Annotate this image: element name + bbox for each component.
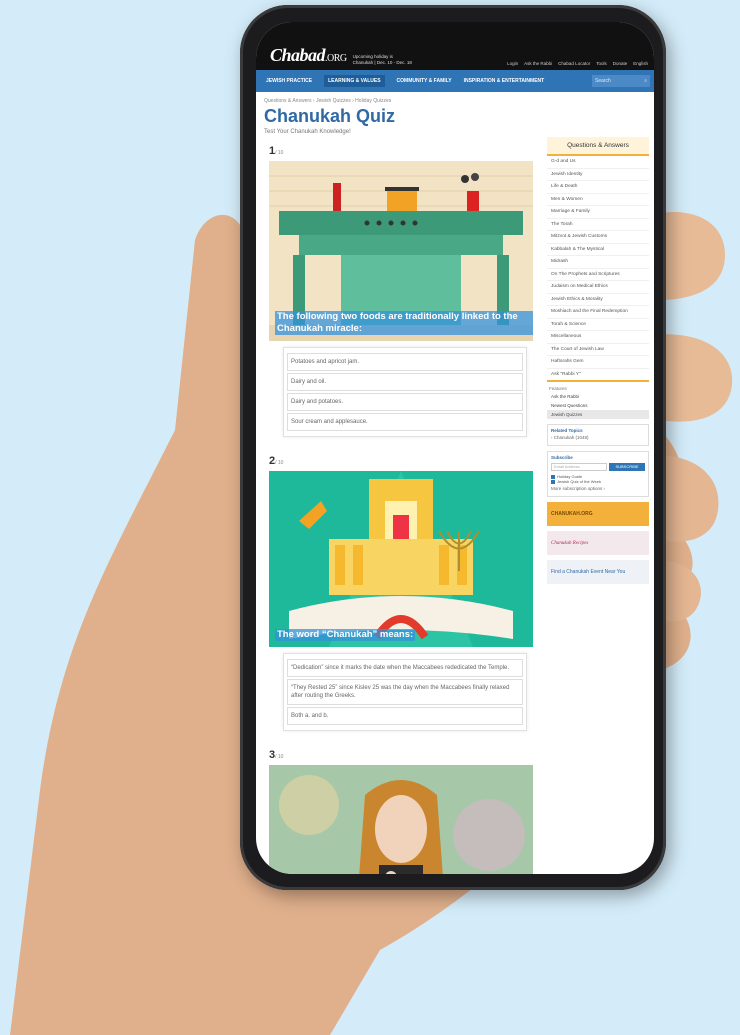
donate-link[interactable]: Donate [613,61,628,66]
answer-option[interactable]: Sour cream and applesauce. [287,413,523,431]
answer-option[interactable]: Potatoes and apricot jam. [287,353,523,371]
answer-list: Potatoes and apricot jam. Dairy and oil.… [283,347,527,437]
sidebar-item[interactable]: Moshiach and the Final Redemption [547,306,649,319]
question-text: The word “Chanukah” means: [275,629,416,641]
sidebar-item[interactable]: Marriage & Family [547,206,649,219]
holiday-notice[interactable]: Upcoming holiday is Chanukah | Dec. 10 - … [353,54,417,66]
answer-option[interactable]: Both a. and b. [287,707,523,725]
related-topic-link[interactable]: › Chanukah (1048) [551,433,645,442]
sidebar-item[interactable]: Ask "Rabbi Y" [547,369,649,382]
sidebar-item[interactable]: Men & Women [547,194,649,206]
page-title: Chanukah Quiz [264,106,396,126]
feature-ask-rabbi[interactable]: Ask the Rabbi [547,392,649,401]
sidebar-heading: Questions & Answers [547,137,649,156]
sidebar-item[interactable]: On The Prophets and Scriptures [547,269,649,281]
sidebar-item[interactable]: The Court of Jewish Law [547,344,649,356]
sidebar-item[interactable]: Miscellaneous [547,331,649,344]
email-input[interactable]: Email Address [551,463,607,471]
temple-illustration [269,471,533,647]
nav-community-family[interactable]: COMMUNITY & FAMILY [397,78,452,84]
checkbox-icon [551,479,555,484]
language-link[interactable]: English [633,61,648,66]
header-links: Login Ask the Rabbi Chabad Locator Tools… [507,61,648,66]
sidebar-item[interactable]: Jewish Identity [547,169,649,181]
sidebar-item[interactable]: The Torah [547,219,649,231]
sidebar-item[interactable]: G-d and Us [547,156,649,169]
breadcrumb-holiday[interactable]: Holiday Quizzes [355,98,391,104]
answer-list: “Dedication” since it marks the date whe… [283,653,527,731]
breadcrumb-qa[interactable]: Questions & Answers [264,98,312,104]
breadcrumb: Questions & Answers › Jewish Quizzes › H… [264,98,392,104]
ask-rabbi-link[interactable]: Ask the Rabbi [524,61,552,66]
question-image-woman [269,765,533,874]
chabad-logo[interactable]: Chabad.ORG [270,45,347,66]
page-subtitle: Test Your Chanukah Knowledge! [264,129,351,135]
sidebar-item[interactable]: Jewish Ethics & Morality [547,294,649,306]
nav-jewish-practice[interactable]: JEWISH PRACTICE [266,78,312,84]
answer-option[interactable]: “They Rested 25” since Kislev 25 was the… [287,679,523,705]
subscribe-box: Subscribe Email Address SUBSCRIBE Holida… [547,451,649,497]
sidebar-item[interactable]: Midrash [547,256,649,269]
question-number: 3/ 10 [269,749,284,761]
nav-inspiration[interactable]: INSPIRATION & ENTERTAINMENT [464,78,545,84]
question-number: 1/ 10 [269,145,284,157]
sidebar-item[interactable]: Torah & Science [547,319,649,331]
sidebar-item[interactable]: Life & Death [547,181,649,194]
login-link[interactable]: Login [507,61,518,66]
question-number: 2/ 10 [269,455,284,467]
checkbox-icon [551,474,555,479]
sidebar-item[interactable]: Judaism on Medical Ethics [547,281,649,294]
answer-option[interactable]: Dairy and potatoes. [287,393,523,411]
sidebar-item[interactable]: Mitzvot & Jewish Customs [547,231,649,244]
sidebar-item[interactable]: Haftorahs Gem [547,356,649,369]
answer-option[interactable]: “Dedication” since it marks the date whe… [287,659,523,677]
quiz-main: 1/ 10 The following two foods are tradit… [269,145,537,874]
search-icon: ⌕ [644,78,647,84]
breadcrumb-quizzes[interactable]: Jewish Quizzes [316,98,351,104]
nav-learning-values[interactable]: LEARNING & VALUES [324,75,385,87]
find-event-banner[interactable]: Find a Chanukah Event Near You [547,560,649,584]
phone-screen: Chabad.ORG Upcoming holiday is Chanukah |… [256,22,654,874]
answer-option[interactable]: Dairy and oil. [287,373,523,391]
subscribe-title: Subscribe [551,455,573,460]
main-nav: JEWISH PRACTICE LEARNING & VALUES COMMUN… [256,70,654,92]
more-subscription-link[interactable]: More subscription options › [551,484,645,493]
woman-illustration [269,765,533,874]
chanukah-org-banner[interactable]: CHANUKAH.ORG [547,502,649,526]
search-input[interactable]: Search ⌕ [592,75,650,87]
question-text: The following two foods are traditionall… [275,311,533,335]
chanukah-recipes-banner[interactable]: Chanukah Recipes [547,531,649,555]
feature-jewish-quizzes[interactable]: Jewish Quizzes [547,410,649,419]
features-label: Features [549,386,567,391]
tools-link[interactable]: Tools [596,61,607,66]
question-image-kitchen: The following two foods are traditionall… [269,161,533,341]
chabad-locator-link[interactable]: Chabad Locator [558,61,590,66]
sidebar: Questions & Answers G-d and Us Jewish Id… [547,137,649,584]
sidebar-item[interactable]: Kabbalah & The Mystical [547,244,649,256]
related-topics-box: Related Topics › Chanukah (1048) [547,424,649,446]
subscribe-button[interactable]: SUBSCRIBE [609,463,645,471]
question-image-temple: The word “Chanukah” means: [269,471,533,647]
feature-newest-questions[interactable]: Newest Questions [547,401,649,410]
site-header: Chabad.ORG Upcoming holiday is Chanukah |… [256,22,654,70]
